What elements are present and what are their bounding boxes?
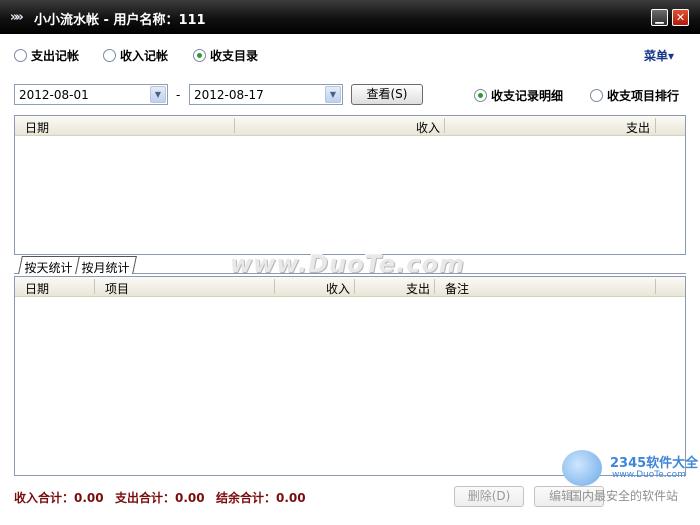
tab-daily-stats[interactable]: 按天统计: [18, 256, 80, 275]
tab-label: 按月统计: [81, 261, 130, 275]
column-divider[interactable]: [94, 279, 95, 294]
radio-selected-icon: [474, 89, 487, 102]
detail-table[interactable]: 日期 项目 收入 支出 备注: [14, 276, 686, 476]
delete-button[interactable]: 删除(D): [454, 486, 524, 507]
tab-monthly-stats[interactable]: 按月统计: [75, 256, 137, 275]
column-divider[interactable]: [234, 118, 235, 133]
column-divider[interactable]: [655, 118, 656, 133]
end-date-select[interactable]: 2012-08-17 ▼: [189, 84, 343, 105]
radio-label: 收支记录明细: [491, 89, 564, 103]
brand-watermark: 2345软件大全 www.DuoTe.com 国内最安全的软件站: [560, 448, 700, 508]
radio-record-detail[interactable]: 收支记录明细: [474, 87, 563, 104]
table-header: 日期 收入 支出: [15, 116, 685, 136]
income-total: 收入合计：0.00: [14, 491, 104, 505]
tab-label: 按天统计: [24, 261, 73, 275]
chevron-down-icon[interactable]: ▼: [150, 86, 166, 103]
radio-label: 收支目录: [210, 49, 259, 63]
column-divider[interactable]: [444, 118, 445, 133]
column-divider[interactable]: [434, 279, 435, 294]
column-expense[interactable]: 支出: [406, 280, 430, 297]
radio-label: 收支项目排行: [607, 89, 680, 103]
balance-total: 结余合计：0.00: [216, 491, 306, 505]
brand-url: www.DuoTe.com: [612, 470, 686, 480]
close-button[interactable]: ✕: [672, 9, 689, 26]
radio-expense-entry[interactable]: 支出记帐: [14, 47, 79, 64]
radio-income-entry[interactable]: 收入记帐: [103, 47, 168, 64]
column-divider[interactable]: [354, 279, 355, 294]
watermark: www.DuoTe.com: [230, 250, 465, 278]
end-date-value: 2012-08-17: [194, 88, 264, 102]
column-divider[interactable]: [655, 279, 656, 294]
column-income[interactable]: 收入: [416, 119, 440, 136]
menu-button[interactable]: 菜单▾: [644, 47, 674, 64]
radio-label: 收入记帐: [120, 49, 169, 63]
window-title: 小小流水帐 - 用户名称：111: [34, 13, 206, 28]
start-date-select[interactable]: 2012-08-01 ▼: [14, 84, 168, 105]
column-date[interactable]: 日期: [25, 119, 49, 136]
radio-circle-icon: [14, 49, 27, 62]
mascot-icon: [562, 450, 602, 486]
view-button[interactable]: 查看(S): [351, 84, 423, 105]
app-logo-icon: »»: [10, 10, 24, 25]
column-item[interactable]: 项目: [105, 280, 129, 297]
table-header: 日期 项目 收入 支出 备注: [15, 277, 685, 297]
column-divider[interactable]: [274, 279, 275, 294]
title-bar: »» 小小流水帐 - 用户名称：111 ▁ ✕: [0, 0, 700, 34]
column-expense[interactable]: 支出: [626, 119, 650, 136]
radio-circle-icon: [103, 49, 116, 62]
minimize-button[interactable]: ▁: [651, 9, 668, 26]
summary-table[interactable]: 日期 收入 支出: [14, 115, 686, 255]
brand-name: 2345软件大全: [610, 456, 699, 471]
date-separator: -: [176, 88, 181, 102]
start-date-value: 2012-08-01: [19, 88, 89, 102]
brand-slogan: 国内最安全的软件站: [570, 489, 679, 503]
radio-label: 支出记帐: [31, 49, 80, 63]
radio-circle-icon: [590, 89, 603, 102]
column-date[interactable]: 日期: [25, 280, 49, 297]
radio-selected-icon: [193, 49, 206, 62]
chevron-down-icon[interactable]: ▼: [325, 86, 341, 103]
column-income[interactable]: 收入: [326, 280, 350, 297]
radio-item-ranking[interactable]: 收支项目排行: [590, 87, 679, 104]
column-note[interactable]: 备注: [445, 280, 469, 297]
radio-catalog[interactable]: 收支目录: [193, 47, 258, 64]
expense-total: 支出合计：0.00: [115, 491, 205, 505]
